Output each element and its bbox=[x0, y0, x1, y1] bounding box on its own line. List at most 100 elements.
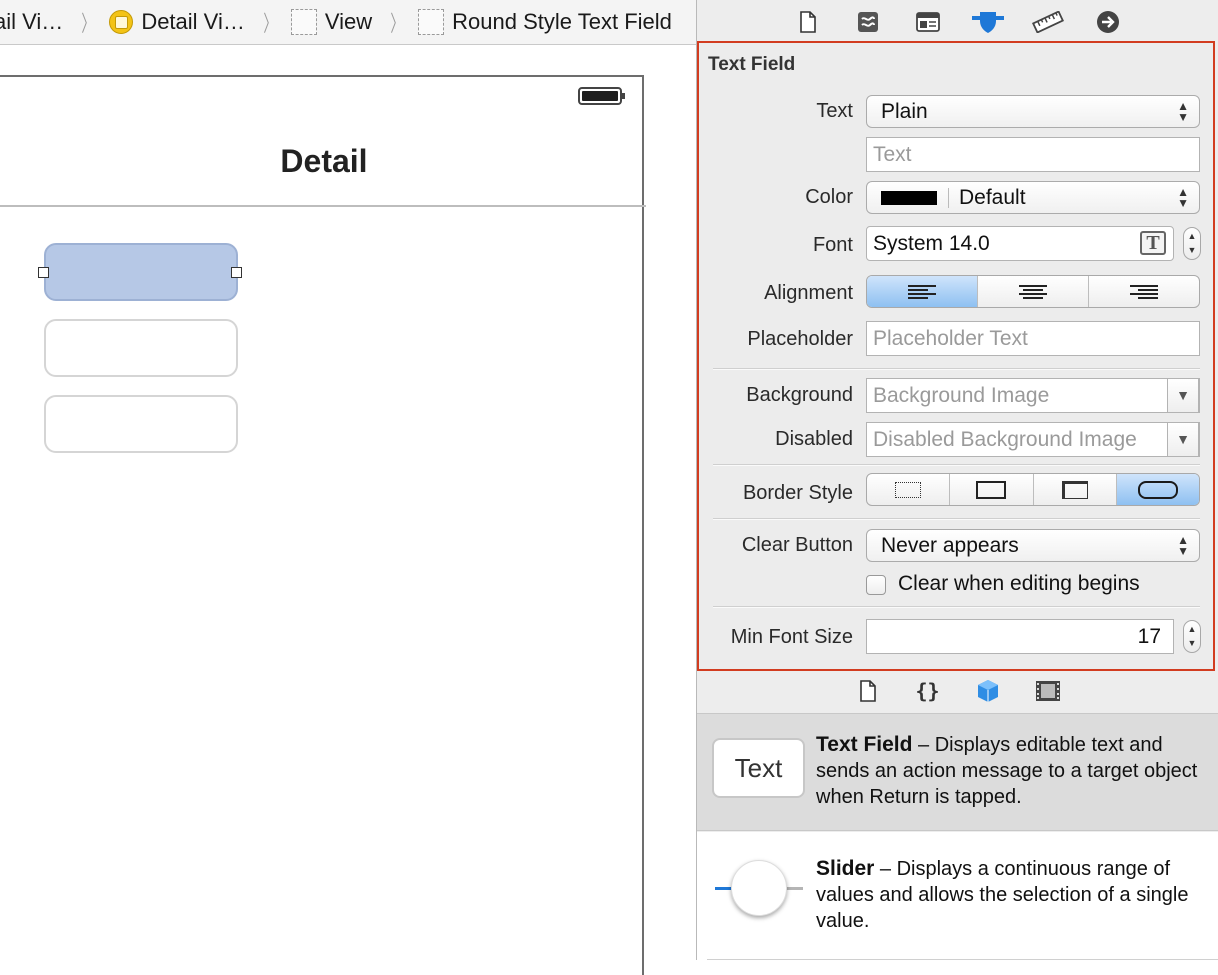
border-bezel-icon bbox=[1061, 480, 1088, 499]
resize-handle-left[interactable] bbox=[38, 267, 49, 278]
breadcrumb-view[interactable]: View bbox=[290, 0, 373, 44]
align-right-button[interactable] bbox=[1088, 276, 1199, 307]
jump-bar: ail Vi… 〉 Detail Vi… 〉 View 〉 Round Styl… bbox=[0, 0, 697, 45]
border-style-segmented-control bbox=[866, 473, 1200, 506]
storyboard-canvas[interactable]: Detail bbox=[0, 45, 697, 975]
identity-inspector-icon[interactable] bbox=[898, 2, 958, 42]
color-label: Color bbox=[805, 186, 853, 208]
view-icon bbox=[290, 9, 317, 35]
placeholder-field[interactable]: Placeholder Text bbox=[866, 321, 1200, 356]
breadcrumb-label: Detail Vi… bbox=[141, 9, 245, 34]
section-divider bbox=[713, 368, 1200, 370]
detail-view-controller-scene[interactable]: Detail bbox=[0, 75, 646, 975]
view-icon bbox=[418, 9, 445, 35]
color-swatch bbox=[881, 191, 937, 205]
clear-button-popup[interactable]: Never appears ▲ ▼ bbox=[866, 529, 1200, 562]
breadcrumb-round-style-text-field[interactable]: Round Style Text Field bbox=[418, 0, 672, 44]
breadcrumb-detail-view-controller[interactable]: Detail Vi… bbox=[109, 0, 245, 44]
attributes-inspector-icon[interactable] bbox=[958, 2, 1018, 42]
round-style-text-field[interactable] bbox=[44, 319, 238, 377]
popup-arrows-icon: ▲ ▼ bbox=[1177, 99, 1189, 124]
section-title: Text Field bbox=[708, 54, 796, 75]
slider-knob bbox=[731, 860, 787, 916]
clear-button-label: Clear Button bbox=[741, 534, 853, 556]
library-item-description: Text Field – Displays editable text and … bbox=[816, 732, 1206, 810]
min-font-size-field[interactable]: 17 bbox=[866, 619, 1174, 654]
breadcrumb-label: ail Vi… bbox=[0, 9, 64, 34]
font-value: System 14.0 bbox=[873, 232, 990, 255]
size-inspector-icon[interactable] bbox=[1018, 2, 1078, 42]
border-style-label: Border Style bbox=[742, 482, 853, 504]
round-style-text-field[interactable] bbox=[44, 395, 238, 453]
border-line-icon bbox=[976, 480, 1007, 499]
clear-when-editing-checkbox[interactable] bbox=[866, 575, 886, 595]
clear-when-editing-label[interactable]: Clear when editing begins bbox=[898, 572, 1140, 596]
library-item-slider[interactable]: Slider – Displays a continuous range of … bbox=[697, 832, 1218, 960]
disabled-image-value: Disabled Background Image bbox=[873, 428, 1137, 451]
breadcrumb-detail-view-controller-scene[interactable]: ail Vi… bbox=[0, 0, 63, 44]
font-picker-icon[interactable]: T bbox=[1140, 231, 1166, 255]
view-controller-icon bbox=[109, 10, 134, 34]
text-value-field[interactable]: Text bbox=[866, 137, 1200, 172]
breadcrumb-label: View bbox=[324, 9, 373, 34]
align-left-icon bbox=[908, 284, 936, 299]
quick-help-icon[interactable] bbox=[838, 2, 898, 42]
border-rounded-button[interactable] bbox=[1115, 474, 1199, 505]
min-font-size-label: Min Font Size bbox=[730, 626, 853, 648]
border-bezel-button[interactable] bbox=[1032, 474, 1116, 505]
background-image-value: Background Image bbox=[873, 384, 1050, 407]
inspector-selector-bar bbox=[697, 2, 1218, 42]
dropdown-arrow-icon[interactable]: ▼ bbox=[1167, 378, 1199, 413]
library-item-name: Text Field bbox=[816, 733, 913, 756]
library-item-text-field[interactable]: Text Text Field – Displays editable text… bbox=[697, 713, 1218, 831]
navigation-title[interactable]: Detail bbox=[0, 143, 646, 180]
align-left-button[interactable] bbox=[867, 276, 977, 307]
round-style-text-field-selected[interactable] bbox=[44, 243, 238, 301]
media-library-icon[interactable] bbox=[1018, 671, 1078, 711]
breadcrumb-label: Round Style Text Field bbox=[452, 9, 672, 34]
color-popup-divider bbox=[948, 188, 949, 208]
align-right-icon bbox=[1130, 284, 1158, 299]
font-label: Font bbox=[812, 234, 853, 256]
slider-thumbnail bbox=[715, 858, 805, 918]
text-type-popup[interactable]: Plain ▲ ▼ bbox=[866, 95, 1200, 128]
connections-inspector-icon[interactable] bbox=[1078, 2, 1138, 42]
battery-icon bbox=[578, 87, 625, 105]
background-image-combo[interactable]: Background Image ▼ bbox=[866, 378, 1200, 413]
resize-handle-right[interactable] bbox=[231, 267, 242, 278]
disabled-image-combo[interactable]: Disabled Background Image ▼ bbox=[866, 422, 1200, 457]
color-popup[interactable]: Default ▲ ▼ bbox=[866, 181, 1200, 214]
text-label: Text bbox=[816, 100, 853, 122]
utilities-pane: Text Field Text Plain ▲ ▼ Text Color Defa… bbox=[697, 0, 1218, 960]
placeholder-label: Placeholder bbox=[747, 328, 853, 350]
disabled-label: Disabled bbox=[775, 428, 853, 450]
border-none-icon bbox=[895, 481, 922, 498]
border-line-button[interactable] bbox=[949, 474, 1032, 505]
alignment-label: Alignment bbox=[764, 282, 853, 304]
library-item-description: Slider – Displays a continuous range of … bbox=[816, 856, 1206, 934]
dropdown-arrow-icon[interactable]: ▼ bbox=[1167, 423, 1199, 456]
font-field[interactable]: System 14.0 T bbox=[866, 226, 1174, 261]
popup-arrows-icon: ▲ ▼ bbox=[1177, 533, 1189, 558]
clear-button-value: Never appears bbox=[881, 534, 1019, 557]
file-template-icon[interactable] bbox=[838, 671, 898, 711]
background-label: Background bbox=[746, 384, 853, 406]
border-none-button[interactable] bbox=[867, 474, 949, 505]
font-size-stepper[interactable]: ▲ ▼ bbox=[1183, 227, 1201, 260]
code-snippet-icon[interactable]: {} bbox=[898, 671, 958, 711]
border-rounded-icon bbox=[1137, 480, 1178, 499]
align-center-button[interactable] bbox=[977, 276, 1088, 307]
align-center-icon bbox=[1019, 284, 1047, 299]
min-font-size-stepper[interactable]: ▲ ▼ bbox=[1183, 620, 1201, 653]
file-inspector-icon[interactable] bbox=[778, 2, 838, 42]
text-type-value: Plain bbox=[881, 100, 928, 123]
section-divider bbox=[713, 464, 1200, 466]
code-snippet-glyph: {} bbox=[915, 679, 940, 703]
object-library-icon[interactable] bbox=[958, 671, 1018, 711]
library-item-name: Slider bbox=[816, 857, 875, 880]
section-divider bbox=[713, 606, 1200, 608]
min-font-size-value: 17 bbox=[1137, 625, 1161, 648]
library-selector-bar: {} bbox=[697, 671, 1218, 711]
breadcrumb-chevron-icon: 〉 bbox=[81, 11, 95, 36]
text-field-thumbnail: Text bbox=[712, 738, 805, 798]
